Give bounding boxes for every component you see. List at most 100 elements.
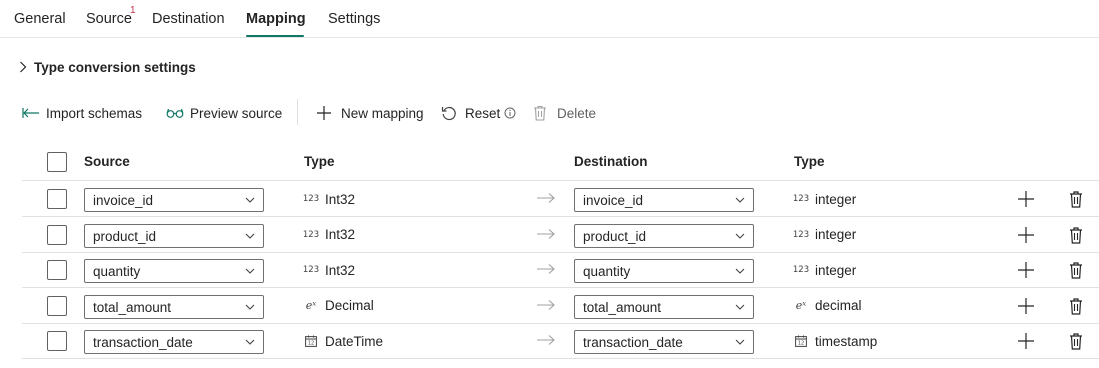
tab-bar: General Source 1 Destination Mapping Set…	[0, 0, 1099, 38]
source-column-value: transaction_date	[93, 335, 193, 350]
row-checkbox[interactable]	[47, 295, 67, 316]
number-123-icon: 123	[792, 194, 810, 204]
destination-type-label: timestamp	[815, 333, 878, 349]
mapping-row: product_id 123 Int32 product_id 123 inte…	[22, 217, 1099, 253]
delete-row-trash-icon[interactable]	[1066, 296, 1086, 316]
source-type-label: Int32	[325, 262, 356, 278]
chevron-down-icon	[735, 197, 745, 203]
source-column-value: invoice_id	[93, 193, 154, 208]
header-source: Source	[84, 154, 130, 169]
source-column-dropdown[interactable]: product_id	[84, 223, 264, 248]
info-icon[interactable]	[504, 107, 516, 119]
chevron-right-icon	[17, 58, 29, 76]
arrow-right-icon	[537, 193, 555, 203]
source-type: 123 Int32	[302, 190, 355, 208]
source-column-dropdown[interactable]: transaction_date	[84, 330, 264, 354]
destination-column-dropdown[interactable]: transaction_date	[574, 330, 754, 354]
mapping-row: total_amount eˣ Decimal total_amount eˣ …	[22, 288, 1099, 324]
row-checkbox[interactable]	[47, 224, 67, 245]
number-123-icon: 123	[302, 194, 320, 204]
chevron-down-icon	[245, 339, 255, 345]
number-123-icon: 123	[792, 229, 810, 240]
destination-type-label: integer	[815, 227, 857, 242]
type-conversion-settings-toggle[interactable]: Type conversion settings	[17, 58, 196, 76]
preview-source-button[interactable]: Preview source	[166, 102, 282, 124]
chevron-down-icon	[735, 268, 745, 274]
source-type-label: Int32	[325, 227, 356, 242]
delete-row-trash-icon[interactable]	[1066, 189, 1086, 209]
import-schemas-button[interactable]: Import schemas	[22, 102, 142, 124]
glasses-icon	[166, 108, 184, 118]
source-error-badge: 1	[130, 5, 136, 16]
add-row-plus-icon[interactable]	[1016, 331, 1036, 351]
tab-mapping[interactable]: Mapping	[246, 11, 306, 27]
exponent-icon: eˣ	[305, 299, 317, 312]
destination-type: 123 integer	[792, 226, 857, 244]
source-type: 123 Int32	[302, 261, 356, 279]
svg-text:12: 12	[308, 341, 314, 347]
destination-type: 123 integer	[793, 261, 857, 279]
source-type-label: DateTime	[325, 333, 384, 349]
add-row-plus-icon[interactable]	[1016, 189, 1036, 209]
tab-source[interactable]: Source	[86, 11, 132, 27]
source-column-value: product_id	[93, 228, 157, 244]
chevron-down-icon	[245, 268, 255, 274]
header-source-type: Type	[304, 154, 335, 169]
import-arrow-icon	[22, 108, 39, 118]
row-checkbox[interactable]	[47, 260, 67, 280]
row-checkbox[interactable]	[47, 331, 67, 351]
mapping-row: transaction_date 12 DateTime transaction…	[22, 323, 1099, 359]
reset-icon	[441, 106, 456, 121]
source-column-value: total_amount	[93, 299, 172, 315]
source-type: 12 DateTime	[304, 332, 383, 350]
destination-column-value: quantity	[583, 264, 631, 279]
delete-label: Delete	[557, 105, 597, 121]
delete-row-trash-icon[interactable]	[1066, 260, 1086, 280]
plus-icon	[317, 106, 331, 120]
destination-type: 123 integer	[792, 190, 857, 208]
row-checkbox[interactable]	[47, 189, 67, 209]
tab-settings[interactable]: Settings	[328, 11, 380, 27]
destination-column-dropdown[interactable]: quantity	[574, 259, 754, 283]
destination-column-dropdown[interactable]: total_amount	[574, 294, 754, 319]
arrow-right-icon	[537, 299, 555, 310]
add-row-plus-icon[interactable]	[1016, 260, 1036, 280]
destination-column-value: product_id	[583, 228, 647, 244]
destination-column-dropdown[interactable]: invoice_id	[574, 188, 754, 212]
reset-button[interactable]: Reset	[441, 102, 522, 124]
active-tab-indicator	[246, 35, 304, 37]
source-type-label: Decimal	[325, 298, 374, 313]
type-conversion-settings-label: Type conversion settings	[34, 59, 196, 75]
add-row-plus-icon[interactable]	[1016, 225, 1036, 245]
tab-general[interactable]: General	[14, 11, 66, 27]
header-destination: Destination	[574, 154, 648, 169]
import-schemas-label: Import schemas	[46, 105, 143, 121]
destination-column-dropdown[interactable]: product_id	[574, 223, 754, 248]
new-mapping-button[interactable]: New mapping	[316, 102, 424, 124]
delete-row-trash-icon[interactable]	[1066, 331, 1086, 351]
calendar-icon: 12	[304, 335, 318, 347]
tab-destination[interactable]: Destination	[152, 11, 225, 27]
destination-type-label: decimal	[815, 298, 862, 313]
toolbar-divider	[297, 99, 298, 125]
arrow-right-icon	[537, 264, 555, 274]
select-all-checkbox[interactable]	[47, 152, 67, 172]
number-123-icon: 123	[302, 265, 320, 275]
delete-row-trash-icon[interactable]	[1066, 225, 1086, 245]
source-column-dropdown[interactable]: quantity	[84, 259, 264, 283]
reset-label: Reset	[465, 105, 501, 121]
destination-column-value: transaction_date	[583, 335, 683, 350]
destination-column-value: total_amount	[583, 299, 662, 315]
destination-type: eˣ decimal	[794, 297, 862, 315]
source-column-dropdown[interactable]: invoice_id	[84, 188, 264, 212]
source-type: eˣ Decimal	[304, 297, 374, 315]
add-row-plus-icon[interactable]	[1016, 296, 1036, 316]
destination-type-label: integer	[815, 191, 857, 207]
source-column-dropdown[interactable]: total_amount	[84, 294, 264, 319]
destination-type-label: integer	[815, 262, 857, 278]
chevron-down-icon	[245, 197, 255, 203]
arrow-right-icon	[537, 335, 555, 345]
delete-button[interactable]: Delete	[533, 102, 596, 124]
arrow-right-icon	[537, 228, 555, 239]
exponent-icon: eˣ	[795, 299, 807, 312]
